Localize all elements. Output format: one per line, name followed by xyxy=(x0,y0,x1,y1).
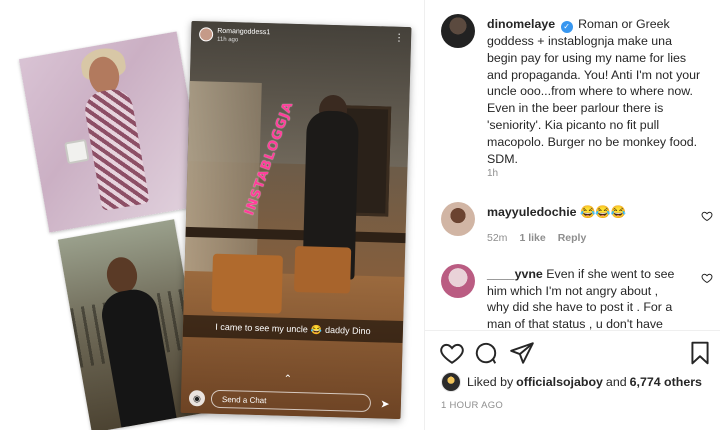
story-caption-emoji: 😂 xyxy=(310,323,323,335)
caption-time[interactable]: 1h xyxy=(487,168,498,179)
bookmark-icon[interactable] xyxy=(687,340,713,366)
send-chat-field: Send a Chat xyxy=(210,389,372,413)
post-panel: dinomelaye ✓ Roman or Greek goddess + in… xyxy=(424,0,720,430)
likes-count[interactable]: 6,774 others xyxy=(630,375,702,389)
chair xyxy=(211,253,283,314)
comment-text: mayyuledochie 😂😂😂 xyxy=(487,204,683,221)
post-media[interactable]: Romangoddess1 11h ago ⋮ INSTABLOGGJA I c… xyxy=(0,0,424,430)
handbag xyxy=(64,138,90,165)
reply-button[interactable]: Reply xyxy=(558,232,587,244)
post-timestamp[interactable]: 1 HOUR AGO xyxy=(441,400,503,411)
comment-body: 😂😂😂 xyxy=(579,205,627,219)
swipe-up-icon: ⌃ xyxy=(283,373,293,385)
story-screenshot: Romangoddess1 11h ago ⋮ INSTABLOGGJA I c… xyxy=(180,21,412,419)
story-header: Romangoddess1 11h ago ⋮ xyxy=(191,21,412,59)
comment-icon[interactable] xyxy=(473,340,499,366)
figure-body xyxy=(82,86,150,212)
likes-conj: and xyxy=(605,375,627,389)
more-icon: ⋮ xyxy=(393,32,404,44)
share-icon[interactable] xyxy=(509,340,535,366)
heart-icon[interactable] xyxy=(701,210,713,222)
story-caption-text-2: daddy Dino xyxy=(324,324,371,337)
commenter-avatar[interactable] xyxy=(441,264,475,298)
story-footer: ◉ Send a Chat ➤ xyxy=(181,383,402,419)
send-arrow-icon: ➤ xyxy=(380,397,390,411)
comment-likes[interactable]: 1 like xyxy=(519,232,545,244)
heart-icon[interactable] xyxy=(439,340,465,366)
photo-woman xyxy=(18,31,208,233)
commenter-avatar[interactable] xyxy=(441,202,475,236)
caption-body: Roman or Greek goddess + instablognja ma… xyxy=(487,17,701,166)
author-username[interactable]: dinomelaye xyxy=(487,17,555,31)
caption-text: dinomelaye ✓ Roman or Greek goddess + in… xyxy=(487,16,701,167)
comment-text: ____yvne Even if she went to see him whi… xyxy=(487,266,683,330)
story-time: 11h ago xyxy=(216,36,239,44)
action-bar xyxy=(439,340,713,366)
liker-username[interactable]: officialsojaboy xyxy=(516,375,603,389)
story-avatar xyxy=(198,27,214,42)
commenter-username[interactable]: ____yvne xyxy=(487,267,543,281)
chair xyxy=(293,245,352,294)
heart-icon[interactable] xyxy=(701,272,713,284)
commenter-username[interactable]: mayyuledochie xyxy=(487,205,577,219)
verified-badge-icon: ✓ xyxy=(560,21,573,33)
liker-avatar[interactable] xyxy=(441,372,461,392)
camera-icon: ◉ xyxy=(188,390,206,407)
comment-meta: 52m 1 like Reply xyxy=(487,232,586,244)
comments-list[interactable]: mayyuledochie 😂😂😂 52m 1 like Reply ____y… xyxy=(425,196,720,330)
comment-time[interactable]: 52m xyxy=(487,232,507,244)
likes-summary: Liked by officialsojaboy and 6,774 other… xyxy=(441,372,705,392)
divider xyxy=(425,330,720,331)
story-caption-text: I came to see my uncle xyxy=(215,321,308,335)
likes-prefix: Liked by xyxy=(467,375,514,389)
author-avatar[interactable] xyxy=(441,14,475,48)
